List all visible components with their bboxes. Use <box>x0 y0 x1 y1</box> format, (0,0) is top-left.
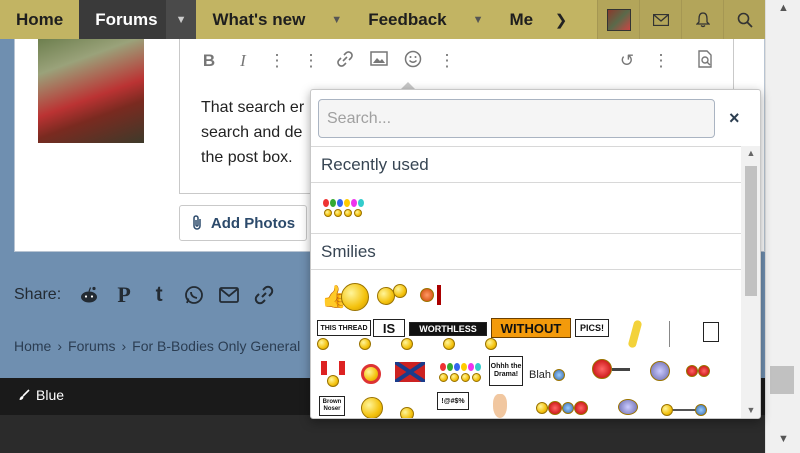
nav-forums[interactable]: Forums <box>79 0 166 39</box>
smilie-item[interactable] <box>683 360 713 382</box>
balloons-smilie[interactable] <box>433 356 487 388</box>
alerts-button[interactable] <box>681 0 723 39</box>
pinterest-icon[interactable]: P <box>113 282 135 307</box>
editor-content[interactable]: That search er search and de the post bo… <box>201 95 311 170</box>
style-chooser[interactable]: Blue <box>18 387 64 403</box>
bold-icon[interactable]: B <box>192 51 226 71</box>
search-button[interactable] <box>723 0 765 39</box>
nav-user-tools <box>597 0 765 39</box>
envelope-icon <box>652 13 669 26</box>
editor-toolbar: B I ⋮ ⋮ ⋮ ↺ ⋮ <box>180 39 733 83</box>
tumblr-icon[interactable]: t <box>148 283 170 306</box>
more-options-icon[interactable]: ⋮ <box>644 51 678 71</box>
page-bottom <box>0 415 765 453</box>
scrollbar-thumb[interactable] <box>745 166 757 296</box>
sign-smilie[interactable]: PICS! <box>575 319 609 337</box>
italic-icon[interactable]: I <box>226 51 260 71</box>
chevron-right-icon: › <box>57 338 63 354</box>
sign-smilie[interactable] <box>703 322 719 342</box>
link-icon[interactable] <box>253 284 275 306</box>
smilie-item[interactable] <box>319 190 367 226</box>
smilie-icon[interactable] <box>396 50 430 73</box>
editor-line: the post box. <box>201 149 293 166</box>
breadcrumb-item[interactable]: Forums <box>68 338 115 354</box>
nose-smilie[interactable] <box>489 392 511 418</box>
sign-smilie[interactable]: WITHOUT <box>491 318 571 338</box>
sign-smilie[interactable]: !@#$% <box>437 392 469 410</box>
breadcrumb-item[interactable]: Home <box>14 338 51 354</box>
image-icon[interactable] <box>362 51 396 71</box>
recently-used-heading: Recently used <box>311 146 741 183</box>
bell-icon <box>695 11 710 27</box>
thumbs-up-smilie[interactable]: 👍 <box>319 278 371 316</box>
sign-smilie[interactable]: Brown Noser <box>319 396 345 416</box>
account-avatar-button[interactable] <box>597 0 639 39</box>
avatar <box>606 8 631 31</box>
smilie-search-input[interactable] <box>318 99 715 138</box>
share-row: Share: P t <box>14 282 275 307</box>
email-icon[interactable] <box>218 284 240 306</box>
add-photos-button[interactable]: Add Photos <box>179 205 307 241</box>
nav-feedback[interactable]: Feedback <box>352 0 462 39</box>
nav-whats-new[interactable]: What's new <box>196 0 321 39</box>
chevron-right-icon: › <box>121 338 127 354</box>
banana-smilie[interactable] <box>621 318 649 350</box>
more-options-icon[interactable]: ⋮ <box>294 51 328 71</box>
smilie-item[interactable] <box>611 394 645 418</box>
close-icon[interactable]: × <box>729 108 740 129</box>
smilie-item[interactable] <box>373 280 411 312</box>
smilie-item[interactable] <box>653 400 715 418</box>
smilie-item[interactable] <box>415 284 445 306</box>
chevron-down-icon[interactable]: ▼ <box>165 0 197 39</box>
editor-line: That search er <box>201 99 305 116</box>
smilie-item[interactable] <box>527 396 597 418</box>
scrollbar-thumb[interactable] <box>770 366 794 394</box>
scroll-down-icon[interactable]: ▼ <box>741 405 760 415</box>
smilies-heading: Smilies <box>311 233 741 270</box>
nav-home[interactable]: Home <box>0 0 79 39</box>
nav-me[interactable]: Me <box>494 0 550 39</box>
paintbrush-icon <box>19 389 30 400</box>
sign-smilie[interactable]: WORTHLESS <box>409 322 487 336</box>
smilie-item[interactable] <box>645 358 675 384</box>
sign-smilie[interactable]: Ohhh the Drama! <box>489 356 523 386</box>
scroll-up-icon[interactable]: ▲ <box>766 2 800 20</box>
link-icon[interactable] <box>328 50 362 73</box>
scroll-up-icon[interactable]: ▲ <box>741 148 760 158</box>
sign-smilie[interactable]: THIS THREAD <box>317 320 371 336</box>
scroll-down-icon[interactable]: ▼ <box>766 433 800 451</box>
canada-flag-smilie[interactable] <box>319 356 347 392</box>
sign-smilie[interactable]: IS <box>373 319 405 337</box>
flag-smilie[interactable] <box>393 358 427 386</box>
preview-icon[interactable] <box>688 49 722 73</box>
smilie-popup: × Recently used Smilies 👍 THIS THREAD IS… <box>310 89 761 419</box>
add-photos-label: Add Photos <box>210 214 296 232</box>
smilie-item[interactable] <box>661 318 677 350</box>
editor-line: search and de <box>201 124 303 141</box>
clown-smilie[interactable] <box>357 356 385 392</box>
user-avatar[interactable] <box>38 39 144 143</box>
reddit-icon[interactable] <box>78 284 100 306</box>
whatsapp-icon[interactable] <box>183 284 205 306</box>
shooter-smilie[interactable] <box>589 354 633 384</box>
chevron-down-icon[interactable]: ▼ <box>321 0 352 39</box>
blah-smilie[interactable]: Blah <box>527 366 567 384</box>
share-label: Share: <box>14 286 62 303</box>
search-icon <box>737 12 753 28</box>
more-options-icon[interactable]: ⋮ <box>260 51 294 71</box>
smilie-scrollbar[interactable]: ▲ ▼ <box>741 146 760 418</box>
balloons-icon <box>322 199 364 207</box>
paperclip-icon <box>193 215 201 230</box>
inbox-button[interactable] <box>639 0 681 39</box>
breadcrumb-item[interactable]: For B-Bodies Only General <box>132 338 300 354</box>
smilie-item[interactable] <box>397 406 417 418</box>
more-options-icon[interactable]: ⋮ <box>430 51 464 71</box>
style-label: Blue <box>36 387 65 403</box>
undo-icon[interactable]: ↺ <box>610 51 644 71</box>
chevron-down-icon[interactable]: ▼ <box>463 0 494 39</box>
breadcrumb: Home › Forums › For B-Bodies Only Genera… <box>14 338 300 354</box>
chevron-right-icon[interactable]: ❯ <box>548 0 574 39</box>
smilie-item[interactable] <box>359 396 385 418</box>
page-scrollbar[interactable]: ▲ ▼ <box>765 0 800 453</box>
